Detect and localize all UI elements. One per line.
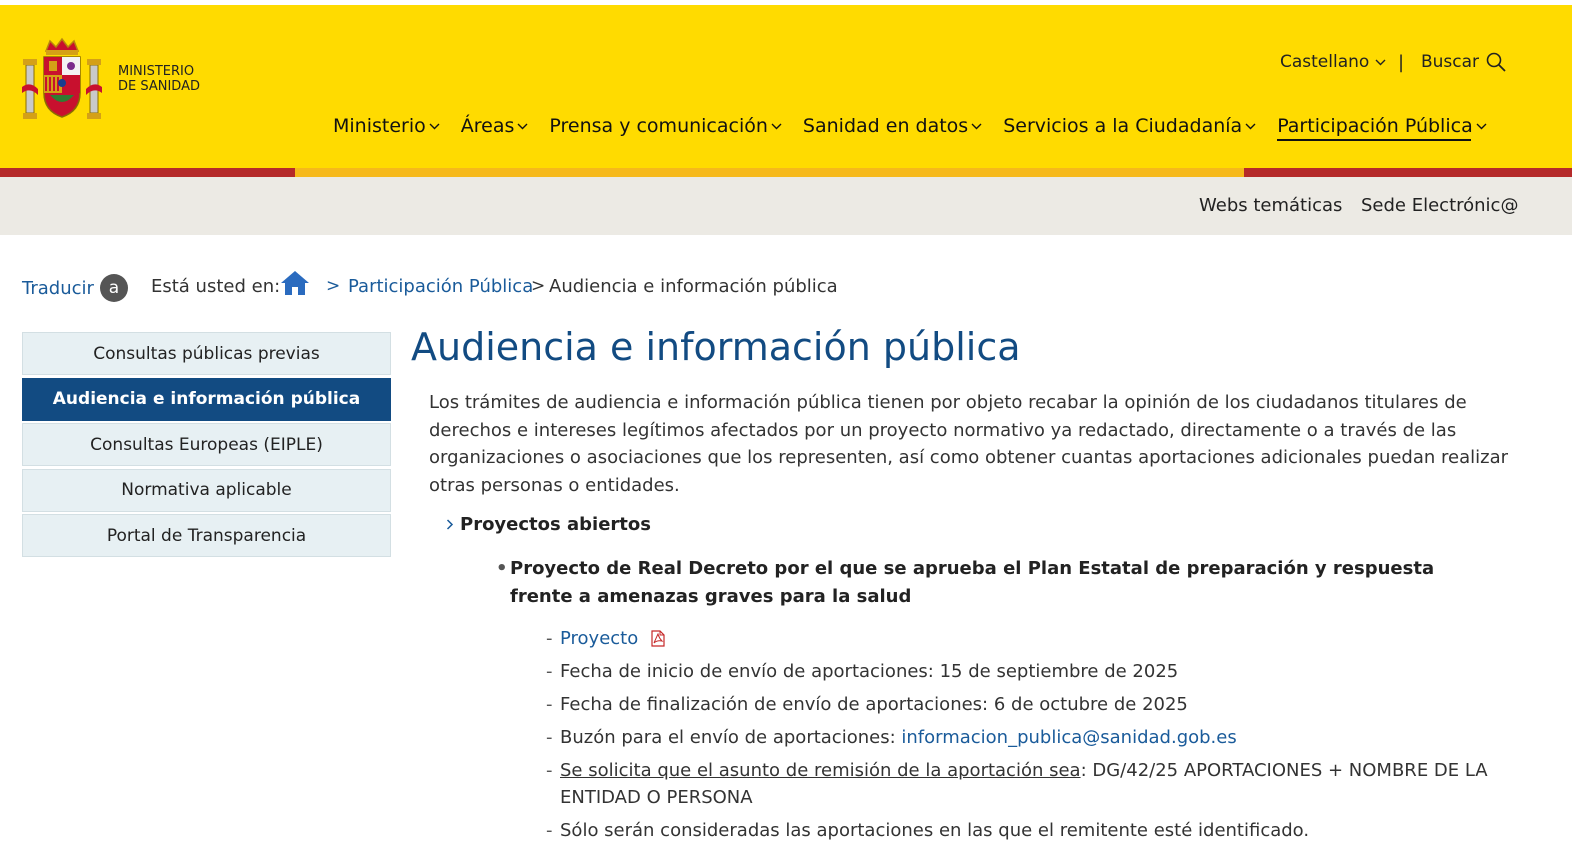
header-separator: | xyxy=(1398,52,1405,73)
language-label: Castellano xyxy=(1280,52,1370,72)
list-dash: - xyxy=(546,727,553,748)
list-dash: - xyxy=(546,661,553,682)
home-link[interactable] xyxy=(280,270,310,300)
end-date-text: Fecha de finalización de envío de aporta… xyxy=(560,694,1188,715)
list-dash: - xyxy=(546,628,553,649)
sidebar-item-consultas-europeas[interactable]: Consultas Europeas (EIPLE) xyxy=(22,423,391,466)
color-band-orange xyxy=(295,168,1244,177)
webs-tematicas-link[interactable]: Webs temáticas xyxy=(1199,195,1342,216)
nav-label: Prensa y comunicación xyxy=(549,115,768,137)
chevron-down-icon xyxy=(1375,59,1386,65)
nav-label: Servicios a la Ciudadanía xyxy=(1003,115,1243,137)
sidebar-item-audiencia[interactable]: Audiencia e información pública xyxy=(22,377,391,421)
chevron-down-icon xyxy=(1476,123,1487,129)
project-document-link[interactable]: Proyecto xyxy=(560,628,638,649)
breadcrumb-prefix: Está usted en: xyxy=(151,276,281,297)
breadcrumb-current: Audiencia e información pública xyxy=(549,276,838,297)
search-icon xyxy=(1486,52,1506,72)
translate-label: Traducir xyxy=(22,277,94,299)
site-header: MINISTERIO DE SANIDAD Castellano | Busca… xyxy=(0,5,1572,168)
list-dash: - xyxy=(546,760,553,781)
pdf-icon[interactable] xyxy=(650,630,666,647)
breadcrumb-separator: > xyxy=(326,276,341,296)
page-title: Audiencia e información pública xyxy=(411,325,1021,369)
nav-prensa[interactable]: Prensa y comunicación xyxy=(549,115,782,141)
ministry-logo[interactable] xyxy=(20,37,104,127)
identified-note: Sólo serán consideradas las aportaciones… xyxy=(560,820,1310,841)
detail-subject: - Se solicita que el asunto de remisión … xyxy=(546,757,1501,811)
search-button[interactable]: Buscar xyxy=(1421,52,1506,72)
search-label: Buscar xyxy=(1421,52,1480,72)
list-dash: - xyxy=(546,820,553,841)
sede-electronica-link[interactable]: Sede Electrónic@ xyxy=(1361,195,1518,216)
nav-servicios[interactable]: Servicios a la Ciudadanía xyxy=(1003,115,1256,141)
chevron-down-icon xyxy=(971,123,982,129)
mailbox-label: Buzón para el envío de aportaciones: xyxy=(560,727,902,748)
main-nav: Ministerio Áreas Prensa y comunicación S… xyxy=(333,115,1508,141)
intro-paragraph: Los trámites de audiencia e información … xyxy=(429,392,1509,496)
color-band-red-right xyxy=(1244,168,1572,177)
breadcrumb-separator: > xyxy=(531,276,546,296)
project-item: • Proyecto de Real Decreto por el que se… xyxy=(496,555,1496,611)
chevron-down-icon xyxy=(771,123,782,129)
translate-button[interactable]: Traducir a xyxy=(22,274,128,302)
project-details: - Proyecto - Fecha de inicio de envío de… xyxy=(546,625,1501,850)
nav-label: Sanidad en datos xyxy=(802,115,969,137)
nav-ministerio[interactable]: Ministerio xyxy=(333,115,440,141)
nav-sanidad-datos[interactable]: Sanidad en datos xyxy=(803,115,982,141)
section-proyectos-abiertos: Proyectos abiertos xyxy=(446,514,651,535)
ministry-name-line2: DE SANIDAD xyxy=(118,79,200,94)
subject-label: Se solicita que el asunto de remisión de… xyxy=(560,760,1081,781)
sidebar: Consultas públicas previas Audiencia e i… xyxy=(22,332,391,560)
section-title-text: Proyectos abiertos xyxy=(460,514,651,535)
nav-label: Áreas xyxy=(460,115,515,137)
nav-participacion[interactable]: Participación Pública xyxy=(1277,115,1487,141)
chevron-right-icon xyxy=(446,519,454,530)
home-icon xyxy=(281,271,309,295)
coat-of-arms-icon xyxy=(22,37,102,119)
ministry-name-line1: MINISTERIO xyxy=(118,64,195,79)
sidebar-item-normativa[interactable]: Normativa aplicable xyxy=(22,468,391,512)
detail-project-link-row: - Proyecto xyxy=(546,625,1501,652)
chevron-down-icon xyxy=(517,123,528,129)
nav-label: Ministerio xyxy=(333,115,426,137)
nav-label: Participación Pública xyxy=(1277,115,1473,137)
project-title: Proyecto de Real Decreto por el que se a… xyxy=(510,558,1435,607)
sidebar-item-consultas-previas[interactable]: Consultas públicas previas xyxy=(22,332,391,375)
start-date-text: Fecha de inicio de envío de aportaciones… xyxy=(560,661,1179,682)
list-bullet: • xyxy=(496,558,508,579)
list-dash: - xyxy=(546,694,553,715)
mailbox-email-link[interactable]: informacion_publica@sanidad.gob.es xyxy=(901,727,1236,748)
detail-start-date: - Fecha de inicio de envío de aportacion… xyxy=(546,658,1501,685)
sidebar-item-transparencia[interactable]: Portal de Transparencia xyxy=(22,514,391,557)
color-band-red-left xyxy=(0,168,295,177)
ministry-name: MINISTERIO DE SANIDAD xyxy=(118,64,200,94)
detail-identified: - Sólo serán consideradas las aportacion… xyxy=(546,817,1501,844)
detail-mailbox: - Buzón para el envío de aportaciones: i… xyxy=(546,724,1501,751)
breadcrumb-participacion[interactable]: Participación Pública xyxy=(348,276,533,297)
nav-areas[interactable]: Áreas xyxy=(461,115,529,141)
chevron-down-icon xyxy=(1245,123,1256,129)
detail-end-date: - Fecha de finalización de envío de apor… xyxy=(546,691,1501,718)
chevron-down-icon xyxy=(429,123,440,129)
translate-badge: a xyxy=(99,274,128,302)
language-selector[interactable]: Castellano xyxy=(1280,52,1386,72)
